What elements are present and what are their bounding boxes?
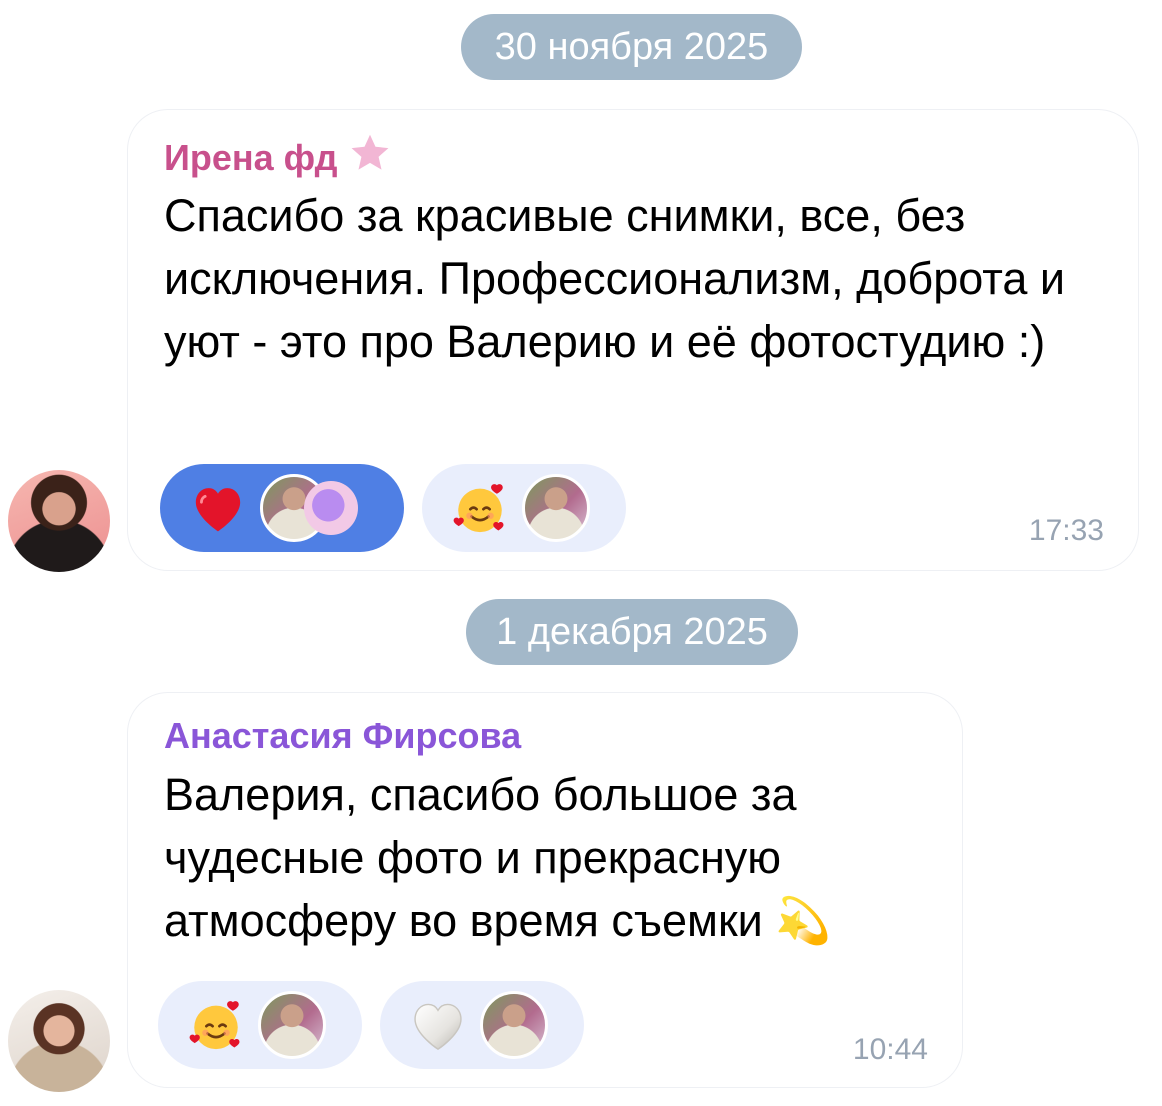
heart-red-icon (186, 476, 250, 540)
heart-white-icon (406, 993, 470, 1057)
chat-area: 30 ноября 2025 Ирена фд Спасибо за краси… (0, 0, 1162, 1106)
reaction-white-heart[interactable] (380, 981, 584, 1069)
reaction-smiling-hearts[interactable] (422, 464, 626, 552)
reactor-avatar (304, 481, 358, 535)
message-text: Спасибо за красивые снимки, все, без иск… (164, 190, 1066, 367)
sender-name[interactable]: Анастасия Фирсова (164, 715, 521, 757)
sender-name-label: Ирена фд (164, 137, 338, 178)
sender-avatar[interactable] (8, 990, 110, 1092)
sender-avatar[interactable] (8, 470, 110, 572)
reactor-avatar (480, 991, 548, 1059)
star-icon (348, 132, 392, 183)
message-time: 10:44 (852, 1033, 928, 1066)
reactor-avatar (522, 474, 590, 542)
reaction-smiling-hearts[interactable] (158, 981, 362, 1069)
reactor-avatar (258, 991, 326, 1059)
message-text: Валерия, спасибо большое за чудесные фот… (164, 769, 832, 946)
message-bubble[interactable]: Ирена фд Спасибо за красивые снимки, все… (128, 110, 1138, 570)
date-separator: 30 ноября 2025 (461, 14, 802, 80)
reaction-heart[interactable] (160, 464, 404, 552)
message-time: 17:33 (1028, 514, 1104, 547)
sender-name[interactable]: Ирена фд (164, 132, 392, 183)
date-separator: 1 декабря 2025 (466, 599, 798, 665)
message-bubble[interactable]: Анастасия Фирсова Валерия, спасибо больш… (128, 693, 962, 1087)
smiling-face-with-hearts-icon (184, 993, 248, 1057)
smiling-face-with-hearts-icon (448, 476, 512, 540)
